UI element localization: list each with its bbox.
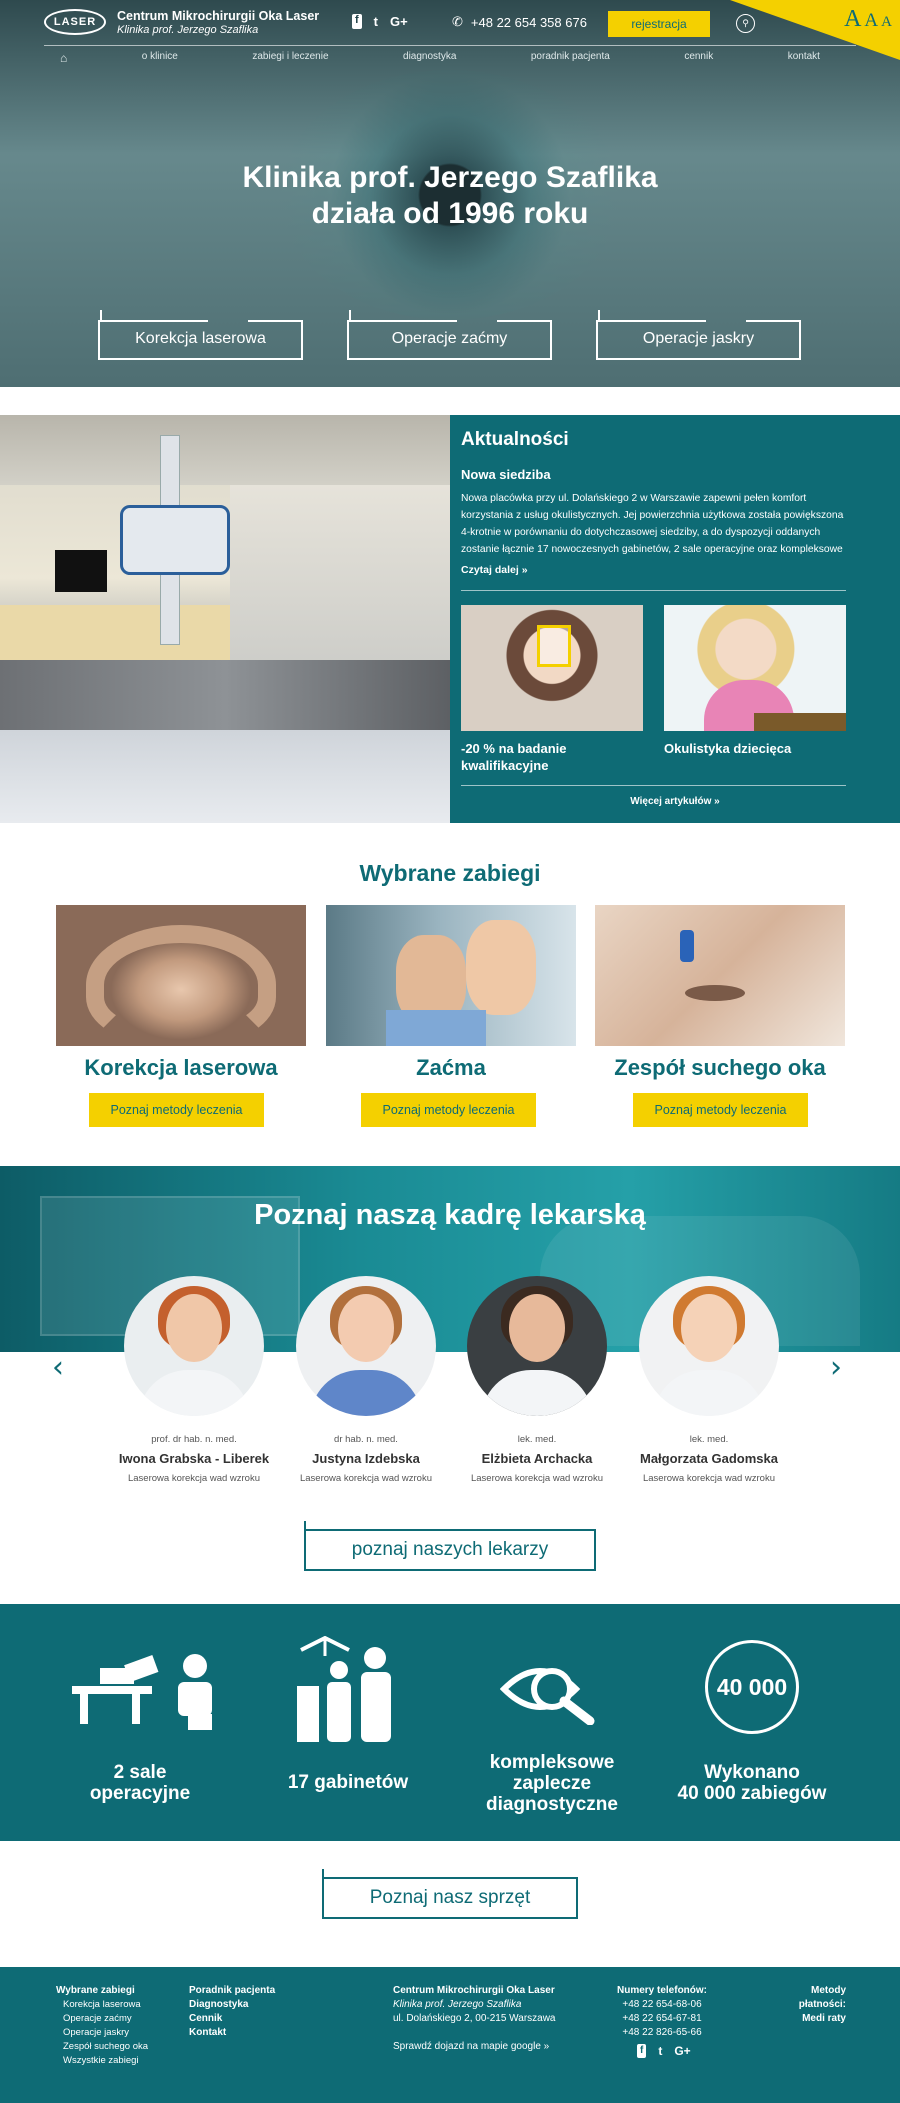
news-article-title[interactable]: Nowa siedziba (461, 467, 551, 482)
footer-link[interactable]: Poradnik pacjenta (189, 1985, 275, 1996)
footer-treatments: Wybrane zabiegi Korekcja laserowa Operac… (56, 1984, 148, 2068)
doctors-heading: Poznaj naszą kadrę lekarską (254, 1199, 646, 1231)
footer: Wybrane zabiegi Korekcja laserowa Operac… (0, 1967, 900, 2103)
twitter-icon[interactable]: t (374, 14, 378, 29)
treatment-title-cataract[interactable]: Zaćma (326, 1055, 576, 1081)
brand-title: Centrum Mikrochirurgii Oka Laser (117, 9, 320, 23)
footer-link[interactable]: Medi raty (802, 2013, 846, 2024)
chevron-left-icon[interactable]: ‹ (52, 1350, 64, 1385)
nav-item-pricing[interactable]: cennik (684, 51, 713, 65)
header-phone[interactable]: ✆ +48 22 654 358 676 (452, 14, 587, 30)
nav-item-treatments[interactable]: zabiegi i leczenie (252, 51, 328, 65)
news-card-title-children[interactable]: Okulistyka dziecięca (664, 740, 846, 757)
phone-icon: ✆ (452, 14, 463, 29)
doctor-card-2[interactable]: dr hab. n. med. Justyna Izdebska Laserow… (281, 1434, 451, 1484)
google-plus-icon[interactable]: G+ (390, 14, 408, 29)
doctor-photo-3[interactable] (467, 1276, 607, 1416)
twitter-icon[interactable]: t (658, 2044, 662, 2058)
footer-link[interactable]: Diagnostyka (189, 1999, 248, 2010)
footer-link[interactable]: Zespół suchego oka (56, 2040, 148, 2054)
procedures-counter-circle: 40 000 (705, 1640, 799, 1734)
brand-block: Centrum Mikrochirurgii Oka Laser Klinika… (117, 9, 319, 36)
hero-section: A A A LASER Centrum Mikrochirurgii Oka L… (0, 0, 900, 387)
google-plus-icon[interactable]: G+ (674, 2044, 690, 2058)
brand-subtitle: Klinika prof. Jerzego Szaflika (117, 24, 259, 36)
news-heading: Aktualności (461, 429, 569, 450)
phone-number: +48 22 654 358 676 (470, 14, 587, 30)
news-card-image-discount[interactable] (461, 605, 643, 731)
news-card-title-discount[interactable]: -20 % na badanie kwalifikacyjne (461, 740, 643, 774)
treatment-button-cataract[interactable]: Poznaj metody leczenia (361, 1093, 536, 1127)
nav-item-guide[interactable]: poradnik pacjenta (531, 51, 610, 65)
hero-button-glaucoma[interactable]: Operacje jaskry (596, 310, 801, 360)
footer-address: Centrum Mikrochirurgii Oka Laser Klinika… (393, 1985, 556, 2054)
footer-pages: Poradnik pacjenta Diagnostyka Cennik Kon… (189, 1984, 275, 2040)
font-size-switcher[interactable]: A A A (844, 6, 892, 33)
more-articles-link[interactable]: Więcej artykułów » (450, 796, 900, 807)
doctor-photo-1[interactable] (124, 1276, 264, 1416)
footer-treatments-title: Wybrane zabiegi (56, 1985, 135, 1996)
read-more-link[interactable]: Czytaj dalej » (461, 564, 528, 576)
doctor-card-4[interactable]: lek. med. Małgorzata Gadomska Laserowa k… (624, 1434, 794, 1484)
stats-section: 40 000 2 sale operacyjne 17 gabinetów ko… (0, 1604, 900, 1841)
map-link[interactable]: Sprawdź dojazd na mapie google » (393, 2040, 556, 2054)
site-logo[interactable]: LASER (44, 9, 106, 35)
doctor-patient-icon (297, 1636, 391, 1742)
font-size-small[interactable]: A (881, 14, 892, 31)
all-doctors-button[interactable]: poznaj naszych lekarzy (304, 1521, 596, 1571)
treatments-heading: Wybrane zabiegi (359, 860, 541, 886)
footer-link[interactable]: Operacje zaćmy (56, 2012, 148, 2026)
nav-item-contact[interactable]: kontakt (788, 51, 820, 65)
font-size-medium[interactable]: A (864, 10, 878, 32)
treatment-title-laser[interactable]: Korekcja laserowa (56, 1055, 306, 1081)
footer-payments-title: Metody płatności: (798, 1985, 846, 2010)
footer-payments: Metody płatności: Medi raty (762, 1984, 846, 2026)
footer-link[interactable]: Operacje jaskry (56, 2026, 148, 2040)
footer-link[interactable]: Cennik (189, 2013, 222, 2024)
equipment-button[interactable]: Poznaj nasz sprzęt (322, 1869, 578, 1919)
footer-social: f t G+ (617, 2044, 707, 2058)
header-social: f t G+ (352, 14, 408, 29)
footer-phones-title: Numery telefonów: (617, 1985, 708, 1996)
font-size-large[interactable]: A (844, 6, 861, 33)
treatment-image-cataract[interactable] (326, 905, 576, 1046)
news-panel: Aktualności Nowa siedziba Nowa placówka … (450, 415, 900, 823)
home-icon[interactable]: ⌂ (60, 51, 67, 65)
treatment-title-dry-eye[interactable]: Zespół suchego oka (595, 1055, 845, 1081)
nav-item-diagnostics[interactable]: diagnostyka (403, 51, 456, 65)
facebook-icon[interactable]: f (352, 14, 362, 29)
facebook-icon[interactable]: f (637, 2044, 647, 2058)
operating-room-icon (72, 1654, 212, 1730)
hero-title: Klinika prof. Jerzego Szaflika działa od… (242, 161, 658, 230)
footer-link[interactable]: Wszystkie zabiegi (56, 2054, 148, 2068)
doctor-card-3[interactable]: lek. med. Elżbieta Archacka Laserowa kor… (452, 1434, 622, 1484)
nav-item-about[interactable]: o klinice (142, 51, 178, 65)
treatment-image-laser[interactable] (56, 905, 306, 1046)
hero-button-cataract[interactable]: Operacje zaćmy (347, 310, 552, 360)
treatment-button-dry-eye[interactable]: Poznaj metody leczenia (633, 1093, 808, 1127)
news-card-image-children[interactable] (664, 605, 846, 731)
register-button[interactable]: rejestracja (608, 11, 710, 37)
operating-room-image (0, 415, 450, 823)
doctor-photo-2[interactable] (296, 1276, 436, 1416)
diagnostics-eye-icon (500, 1668, 595, 1725)
treatment-button-laser[interactable]: Poznaj metody leczenia (89, 1093, 264, 1127)
main-nav: ⌂ o klinice zabiegi i leczenie diagnosty… (60, 51, 820, 65)
search-icon[interactable]: ⚲ (736, 14, 755, 33)
treatment-image-dry-eye[interactable] (595, 905, 845, 1046)
footer-link[interactable]: Korekcja laserowa (56, 1998, 148, 2012)
doctor-card-1[interactable]: prof. dr hab. n. med. Iwona Grabska - Li… (109, 1434, 279, 1484)
chevron-right-icon[interactable]: › (830, 1350, 842, 1385)
footer-link[interactable]: Kontakt (189, 2027, 226, 2038)
footer-address-title: Centrum Mikrochirurgii Oka Laser (393, 1985, 555, 1996)
doctor-photo-4[interactable] (639, 1276, 779, 1416)
news-article-text: Nowa placówka przy ul. Dolańskiego 2 w W… (461, 493, 844, 555)
footer-phones: Numery telefonów: +48 22 654-68-06 +48 2… (617, 1985, 708, 2058)
hero-button-laser[interactable]: Korekcja laserowa (98, 310, 303, 360)
